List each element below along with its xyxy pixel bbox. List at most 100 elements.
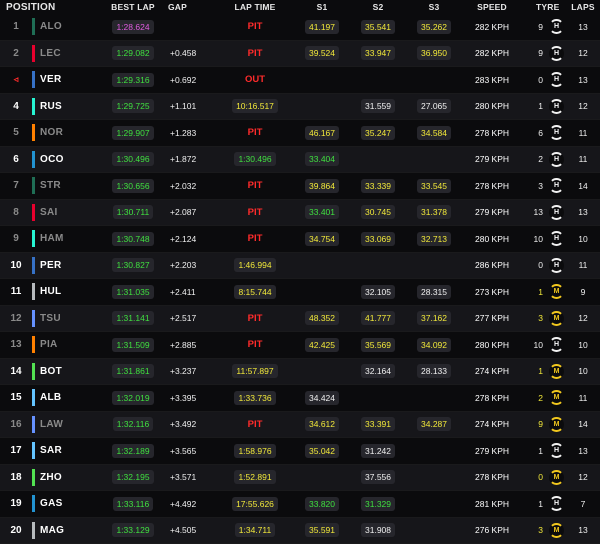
s1-value: 34.754: [305, 232, 339, 246]
gap-value: +3.571: [170, 472, 196, 482]
header-lap-time[interactable]: LAP TIME: [216, 2, 294, 12]
speed-cell: 278 KPH: [462, 128, 522, 138]
speed-cell: 277 KPH: [462, 313, 522, 323]
tyre-cell: 1 H: [522, 496, 566, 511]
tyre-cell: 2 H: [522, 152, 566, 167]
s2-value: 33.947: [361, 46, 395, 60]
tyre-compound-icon: M: [549, 523, 564, 538]
s1-cell: 39.524: [294, 46, 350, 60]
header-best-lap[interactable]: BEST LAP: [98, 2, 168, 12]
table-row[interactable]: 17 SAR 1:32.189 +3.565 1:58.976 35.042 3…: [0, 438, 600, 465]
driver-code: SAI: [40, 207, 58, 218]
table-row[interactable]: 2 LEC 1:29.082 +0.458 PIT 39.524 33.947 …: [0, 41, 600, 68]
table-row[interactable]: 7 STR 1:30.656 +2.032 PIT 39.864 33.339 …: [0, 173, 600, 200]
laps-cell: 14: [566, 181, 600, 191]
s1-cell: 35.042: [294, 444, 350, 458]
header-position[interactable]: POSITION: [0, 2, 98, 13]
best-value: 1:33.129: [112, 523, 153, 537]
best-value: 1:31.509: [112, 338, 153, 352]
position-cell: 18: [0, 472, 32, 483]
s3-value: 27.065: [417, 99, 451, 113]
laps-cell: 13: [566, 525, 600, 535]
team-color-bar: [32, 71, 35, 88]
lap-time-cell: 11:57.897: [216, 364, 294, 378]
table-row[interactable]: 8 SAI 1:30.711 +2.087 PIT 33.401 30.745 …: [0, 200, 600, 227]
speed-value: 274 KPH: [475, 366, 509, 376]
gap-cell: +3.571: [168, 472, 216, 482]
header-s3[interactable]: S3: [406, 2, 462, 12]
table-row[interactable]: 1 ALO 1:28.624 PIT 41.197 35.541 35.262 …: [0, 14, 600, 41]
s1-value: 39.524: [305, 46, 339, 60]
table-row[interactable]: 20 MAG 1:33.129 +4.505 1:34.711 35.591 3…: [0, 518, 600, 544]
best-value: 1:31.035: [112, 285, 153, 299]
s1-value: 48.352: [305, 311, 339, 325]
position-cell: 8: [0, 207, 32, 218]
s3-cell: 36.950: [406, 46, 462, 60]
table-row[interactable]: 12 TSU 1:31.141 +2.517 PIT 48.352 41.777…: [0, 306, 600, 333]
table-row[interactable]: 14 BOT 1:31.861 +3.237 11:57.897 32.164 …: [0, 359, 600, 386]
s2-cell: 30.745: [350, 205, 406, 219]
header-speed[interactable]: SPEED: [462, 2, 522, 12]
tyre-cell: 10 H: [522, 337, 566, 352]
speed-cell: 280 KPH: [462, 340, 522, 350]
table-row[interactable]: 11 HUL 1:31.035 +2.411 8:15.744 32.105 2…: [0, 279, 600, 306]
gap-cell: +1.283: [168, 128, 216, 138]
table-row[interactable]: 15 ALB 1:32.019 +3.395 1:33.736 34.424 2…: [0, 385, 600, 412]
tyre-age: 3: [535, 313, 543, 323]
table-row[interactable]: 16 LAW 1:32.116 +3.492 PIT 34.612 33.391…: [0, 412, 600, 439]
driver-cell: ALO: [32, 18, 98, 35]
table-row[interactable]: 9 HAM 1:30.748 +2.124 PIT 34.754 33.069 …: [0, 226, 600, 253]
header-s2[interactable]: S2: [350, 2, 406, 12]
speed-value: 278 KPH: [475, 181, 509, 191]
lap-time-cell: 1:34.711: [216, 523, 294, 537]
driver-cell: HAM: [32, 230, 98, 247]
lap-time-cell: 8:15.744: [216, 285, 294, 299]
gap-cell: +2.885: [168, 340, 216, 350]
gap-cell: +3.492: [168, 419, 216, 429]
table-row[interactable]: ◃ VER 1:29.316 +0.692 OUT 283 KPH 0 H 13: [0, 67, 600, 94]
laps-value: 14: [578, 181, 587, 191]
header-laps[interactable]: LAPS: [566, 2, 600, 12]
speed-value: 279 KPH: [475, 446, 509, 456]
position-cell: 4: [0, 101, 32, 112]
s2-value: 35.569: [361, 338, 395, 352]
best-value: 1:32.019: [112, 391, 153, 405]
lap-time-cell: PIT: [216, 180, 294, 191]
speed-value: 282 KPH: [475, 22, 509, 32]
speed-value: 276 KPH: [475, 525, 509, 535]
table-row[interactable]: 4 RUS 1:29.725 +1.101 10:16.517 31.559 2…: [0, 94, 600, 121]
position-cell: 13: [0, 339, 32, 350]
table-row[interactable]: 13 PIA 1:31.509 +2.885 PIT 42.425 35.569…: [0, 332, 600, 359]
header-gap[interactable]: GAP: [168, 2, 216, 12]
driver-code: LEC: [40, 48, 61, 59]
position-number: 14: [10, 366, 21, 377]
position-cell: 20: [0, 525, 32, 536]
table-row[interactable]: 6 OCO 1:30.496 +1.872 1:30.496 33.404 27…: [0, 147, 600, 174]
position-cell: 19: [0, 498, 32, 509]
header-tyre[interactable]: TYRE: [522, 2, 566, 12]
speed-value: 280 KPH: [475, 340, 509, 350]
position-number: 18: [10, 472, 21, 483]
tyre-age: 13: [534, 207, 543, 217]
header-s1[interactable]: S1: [294, 2, 350, 12]
driver-cell: PER: [32, 257, 98, 274]
driver-code: STR: [40, 180, 61, 191]
tyre-age: 0: [535, 75, 543, 85]
gap-value: +1.283: [170, 128, 196, 138]
laps-cell: 13: [566, 207, 600, 217]
laps-cell: 11: [566, 260, 600, 270]
s2-cell: 32.105: [350, 285, 406, 299]
best-value: 1:29.082: [112, 46, 153, 60]
table-row[interactable]: 18 ZHO 1:32.195 +3.571 1:52.891 37.556 2…: [0, 465, 600, 492]
table-row[interactable]: 5 NOR 1:29.907 +1.283 PIT 46.167 35.247 …: [0, 120, 600, 147]
s1-cell: 35.591: [294, 523, 350, 537]
driver-code: HUL: [40, 286, 61, 297]
table-row[interactable]: 19 GAS 1:33.116 +4.492 17:55.626 33.820 …: [0, 491, 600, 518]
best-lap-cell: 1:29.907: [98, 126, 168, 140]
table-row[interactable]: 10 PER 1:30.827 +2.203 1:46.994 286 KPH …: [0, 253, 600, 280]
s1-cell: 34.612: [294, 417, 350, 431]
driver-code: ZHO: [40, 472, 62, 483]
laps-value: 13: [578, 446, 587, 456]
s3-cell: 37.162: [406, 311, 462, 325]
laps-cell: 7: [566, 499, 600, 509]
